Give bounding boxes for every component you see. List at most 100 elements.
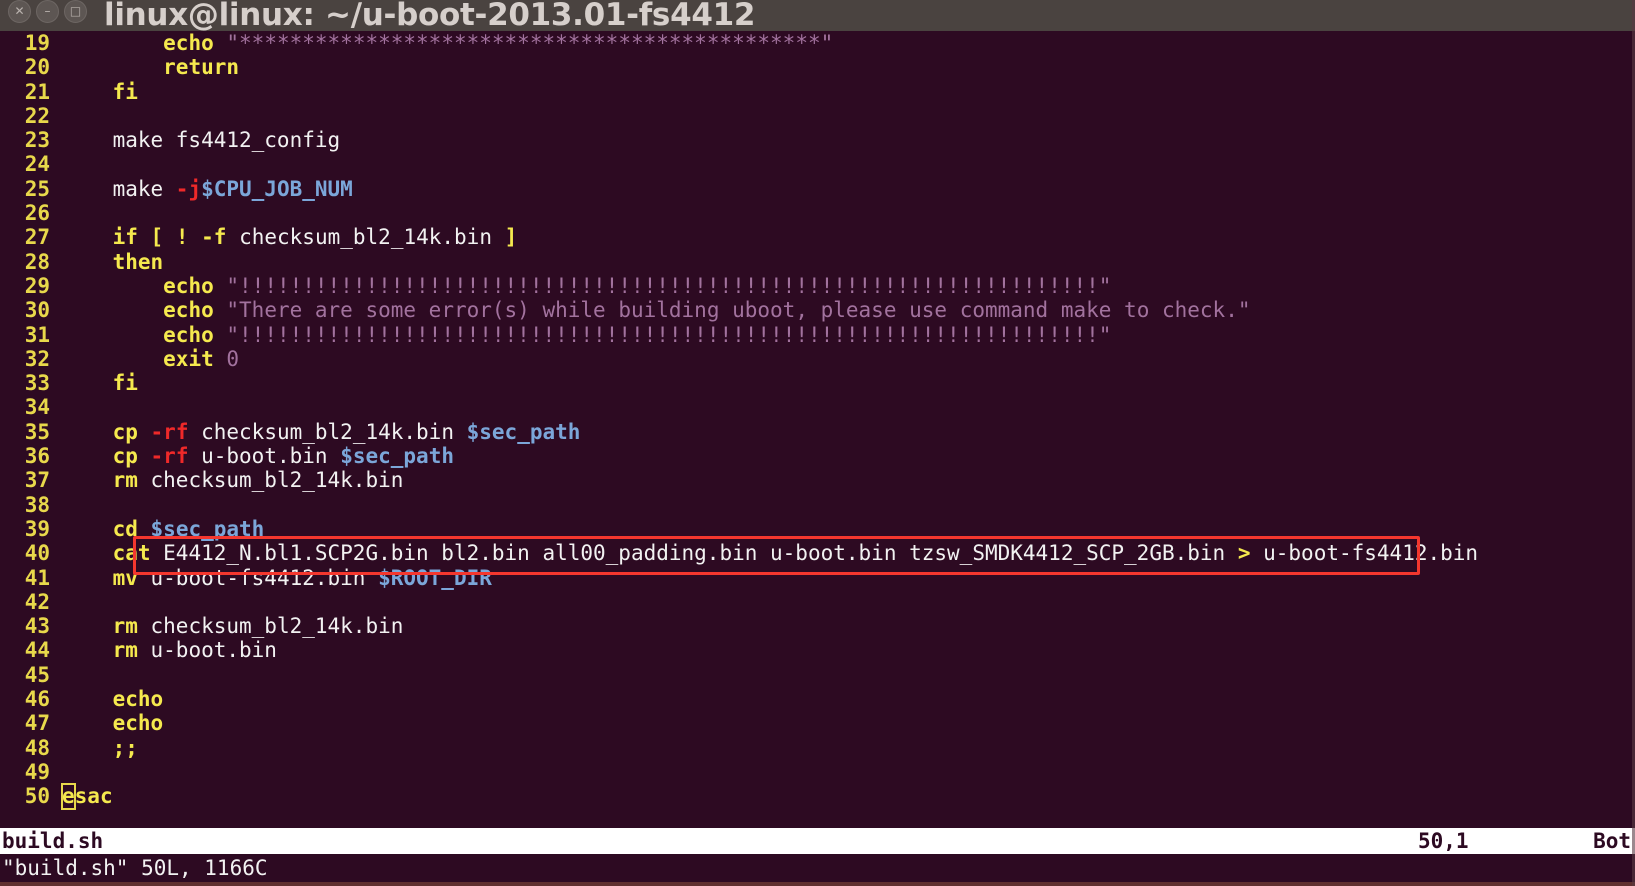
- line-number: 39: [24, 516, 50, 541]
- code-token: cd: [112, 516, 138, 541]
- line-number: 44: [24, 638, 50, 663]
- code-line: 36 cp -rf u-boot.bin $sec_path: [0, 444, 1635, 468]
- code-line: 44 rm u-boot.bin: [0, 638, 1635, 662]
- code-line: 32 exit 0: [0, 347, 1635, 371]
- code-line: 47 echo: [0, 711, 1635, 735]
- code-token: 0: [226, 346, 240, 371]
- code-token: rm: [112, 614, 138, 639]
- status-scroll-state: Bot: [1593, 829, 1631, 853]
- code-line: 50 esac: [0, 783, 1635, 810]
- code-token: $CPU_JOB_NUM: [201, 176, 353, 201]
- code-line: 45: [0, 663, 1635, 687]
- code-line: 33 fi: [0, 371, 1635, 395]
- window-bottom-edge: [0, 882, 1635, 886]
- code-token: -f: [201, 225, 227, 250]
- code-line: 26: [0, 201, 1635, 225]
- code-token: ;;: [112, 735, 138, 760]
- vim-text-area[interactable]: 19 echo "*******************************…: [0, 31, 1635, 828]
- status-filename: build.sh: [2, 829, 104, 853]
- code-token: echo: [163, 31, 214, 55]
- code-line: 38: [0, 493, 1635, 517]
- code-token: >: [1237, 541, 1251, 566]
- window-title: linux@linux: ~/u-boot-2013.01-fs4412: [104, 0, 756, 33]
- code-token: $sec_path: [340, 444, 454, 469]
- code-token: cp: [112, 444, 138, 469]
- code-line: 41 mv u-boot-fs4412.bin $ROOT_DIR: [0, 566, 1635, 590]
- code-token: rm: [112, 638, 138, 663]
- code-lines: 19 echo "*******************************…: [0, 31, 1635, 810]
- window-titlebar: ✕ – □ linux@linux: ~/u-boot-2013.01-fs44…: [0, 0, 1635, 34]
- code-token: fi: [112, 371, 138, 396]
- line-number: 42: [24, 589, 50, 614]
- code-token: echo: [112, 711, 164, 736]
- line-number: 23: [24, 128, 50, 153]
- code-line: 23 make fs4412_config: [0, 128, 1635, 152]
- code-token: cat: [112, 541, 151, 566]
- code-token: checksum_bl2_14k.bin: [188, 419, 467, 444]
- code-token: checksum_bl2_14k.bin: [226, 225, 505, 250]
- line-number: 27: [24, 225, 50, 250]
- code-line: 20 return: [0, 55, 1635, 79]
- status-cursor-position: 50,1: [1418, 829, 1469, 853]
- vim-status-line: build.sh 50,1 Bot: [0, 828, 1635, 854]
- line-number: 25: [24, 176, 50, 201]
- code-line: 42: [0, 590, 1635, 614]
- code-token: "!!!!!!!!!!!!!!!!!!!!!!!!!!!!!!!!!!!!!!!…: [226, 322, 1112, 347]
- maximize-icon[interactable]: □: [64, 0, 87, 23]
- code-line: 34: [0, 395, 1635, 419]
- code-token: u-boot-fs4412.bin: [1250, 541, 1479, 566]
- line-number: 24: [24, 152, 50, 177]
- minimize-icon[interactable]: –: [36, 0, 59, 23]
- line-number: 21: [24, 79, 50, 104]
- line-number: 47: [24, 711, 50, 736]
- line-number: 34: [24, 395, 50, 420]
- code-token: then: [112, 249, 164, 274]
- code-token: $ROOT_DIR: [378, 565, 492, 590]
- close-icon[interactable]: ✕: [8, 0, 31, 23]
- vim-command-line[interactable]: "build.sh" 50L, 1166C: [0, 854, 1635, 884]
- code-token: "There are some error(s) while building …: [226, 298, 1251, 323]
- code-token: echo: [163, 273, 214, 298]
- code-token: $sec_path: [466, 419, 581, 444]
- line-number: 41: [24, 565, 50, 590]
- line-number: 30: [24, 298, 50, 323]
- code-token: mv: [112, 565, 138, 590]
- code-line: 19 echo "*******************************…: [0, 31, 1635, 55]
- code-line: 40 cat E4412_N.bl1.SCP2G.bin bl2.bin all…: [0, 541, 1635, 565]
- code-line: 21 fi: [0, 80, 1635, 104]
- code-token: return: [163, 55, 240, 80]
- line-number: 38: [24, 492, 50, 517]
- code-token: -rf: [150, 419, 189, 444]
- code-token: sac: [74, 784, 113, 809]
- line-number: 22: [24, 103, 50, 128]
- code-line: 27 if [ ! -f checksum_bl2_14k.bin ]: [0, 225, 1635, 249]
- code-token: -j: [175, 176, 202, 201]
- code-line: 28 then: [0, 250, 1635, 274]
- code-line: 24: [0, 152, 1635, 176]
- line-number: 48: [24, 735, 50, 760]
- code-line: 39 cd $sec_path: [0, 517, 1635, 541]
- terminal-window: ✕ – □ linux@linux: ~/u-boot-2013.01-fs44…: [0, 0, 1635, 886]
- code-line: 31 echo "!!!!!!!!!!!!!!!!!!!!!!!!!!!!!!!…: [0, 323, 1635, 347]
- line-number: 43: [24, 614, 50, 639]
- code-token: [: [150, 225, 164, 250]
